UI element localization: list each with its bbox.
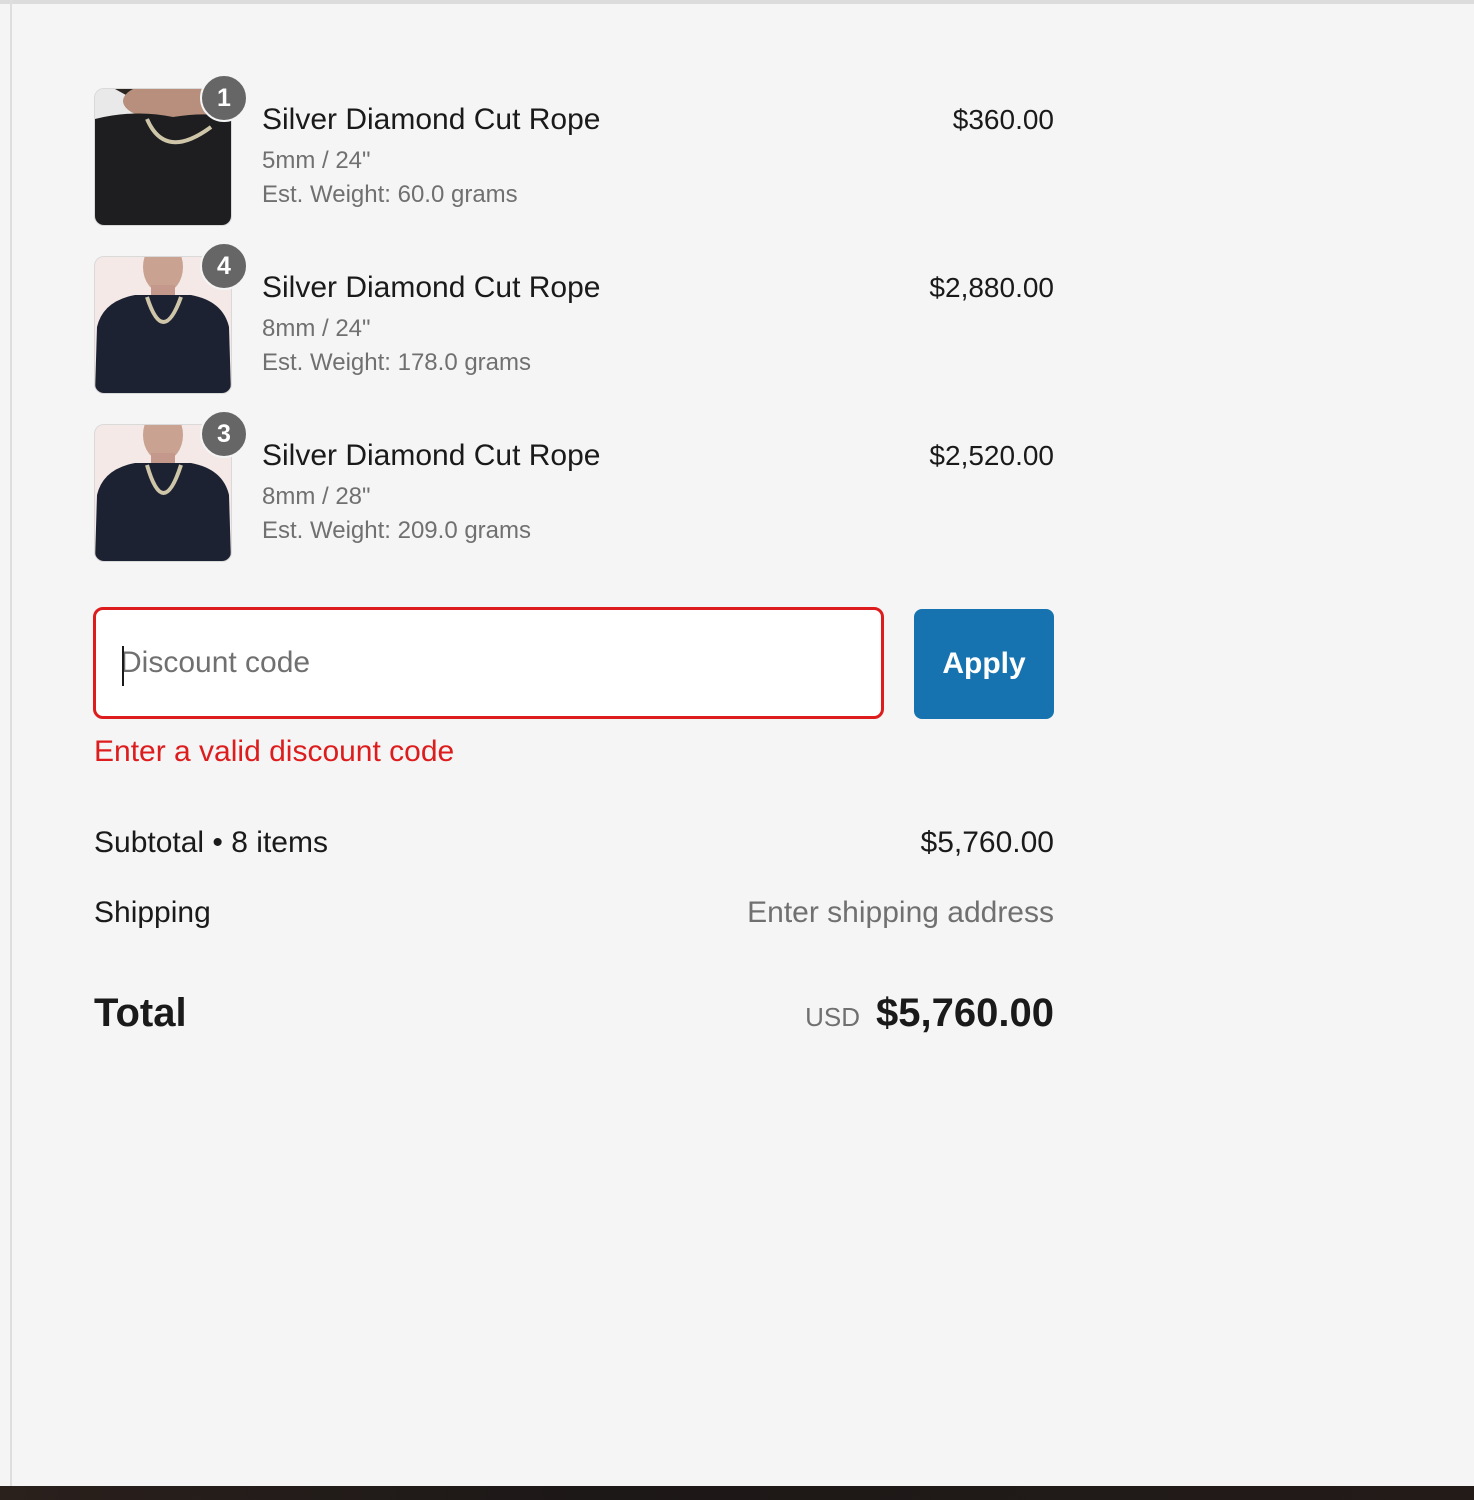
bottom-edge-bar bbox=[0, 1486, 1474, 1500]
line-item: 1 Silver Diamond Cut Rope 5mm / 24" Est.… bbox=[94, 74, 1054, 256]
item-info: Silver Diamond Cut Rope 8mm / 28" Est. W… bbox=[262, 438, 600, 548]
quantity-badge: 4 bbox=[200, 242, 248, 290]
discount-code-field[interactable] bbox=[93, 607, 884, 719]
currency-code: USD bbox=[805, 1002, 861, 1032]
total-amount-group: USD $5,760.00 bbox=[805, 988, 1054, 1038]
item-variant: 8mm / 24" bbox=[262, 315, 371, 342]
item-info: Silver Diamond Cut Rope 8mm / 24" Est. W… bbox=[262, 270, 600, 380]
shipping-row: Shipping Enter shipping address bbox=[94, 893, 1054, 933]
item-title: Silver Diamond Cut Rope bbox=[262, 439, 601, 472]
item-info: Silver Diamond Cut Rope 5mm / 24" Est. W… bbox=[262, 102, 600, 212]
top-divider bbox=[0, 0, 1474, 4]
discount-form: Apply bbox=[93, 607, 1054, 719]
total-label: Total bbox=[94, 991, 187, 1035]
item-variant: 8mm / 28" bbox=[262, 483, 371, 510]
discount-error-message: Enter a valid discount code bbox=[94, 735, 455, 768]
text-caret bbox=[122, 646, 124, 686]
subtotal-row: Subtotal • 8 items $5,760.00 bbox=[94, 823, 1054, 863]
item-price: $2,880.00 bbox=[929, 272, 1054, 303]
total-amount: $5,760.00 bbox=[876, 991, 1054, 1035]
line-items-list: 1 Silver Diamond Cut Rope 5mm / 24" Est.… bbox=[94, 74, 1054, 592]
item-price: $360.00 bbox=[952, 104, 1054, 135]
item-title: Silver Diamond Cut Rope bbox=[262, 103, 601, 136]
quantity-badge: 1 bbox=[200, 74, 248, 122]
line-item: 4 Silver Diamond Cut Rope 8mm / 24" Est.… bbox=[94, 242, 1054, 424]
item-weight: Est. Weight: 178.0 grams bbox=[262, 349, 532, 376]
shipping-label: Shipping bbox=[94, 896, 211, 929]
apply-discount-button[interactable]: Apply bbox=[914, 609, 1054, 719]
line-item: 3 Silver Diamond Cut Rope 8mm / 28" Est.… bbox=[94, 410, 1054, 592]
item-price: $2,520.00 bbox=[929, 440, 1054, 471]
item-variant: 5mm / 24" bbox=[262, 147, 371, 174]
quantity-badge: 3 bbox=[200, 410, 248, 458]
left-divider bbox=[10, 0, 12, 1486]
discount-code-input[interactable] bbox=[96, 610, 881, 716]
item-title: Silver Diamond Cut Rope bbox=[262, 271, 601, 304]
subtotal-label: Subtotal • 8 items bbox=[94, 826, 328, 859]
item-weight: Est. Weight: 209.0 grams bbox=[262, 517, 532, 544]
shipping-value: Enter shipping address bbox=[747, 896, 1054, 929]
item-weight: Est. Weight: 60.0 grams bbox=[262, 181, 518, 208]
total-row: Total USD $5,760.00 bbox=[94, 988, 1054, 1038]
checkout-order-summary: 1 Silver Diamond Cut Rope 5mm / 24" Est.… bbox=[0, 0, 1474, 1500]
subtotal-value: $5,760.00 bbox=[920, 826, 1054, 859]
